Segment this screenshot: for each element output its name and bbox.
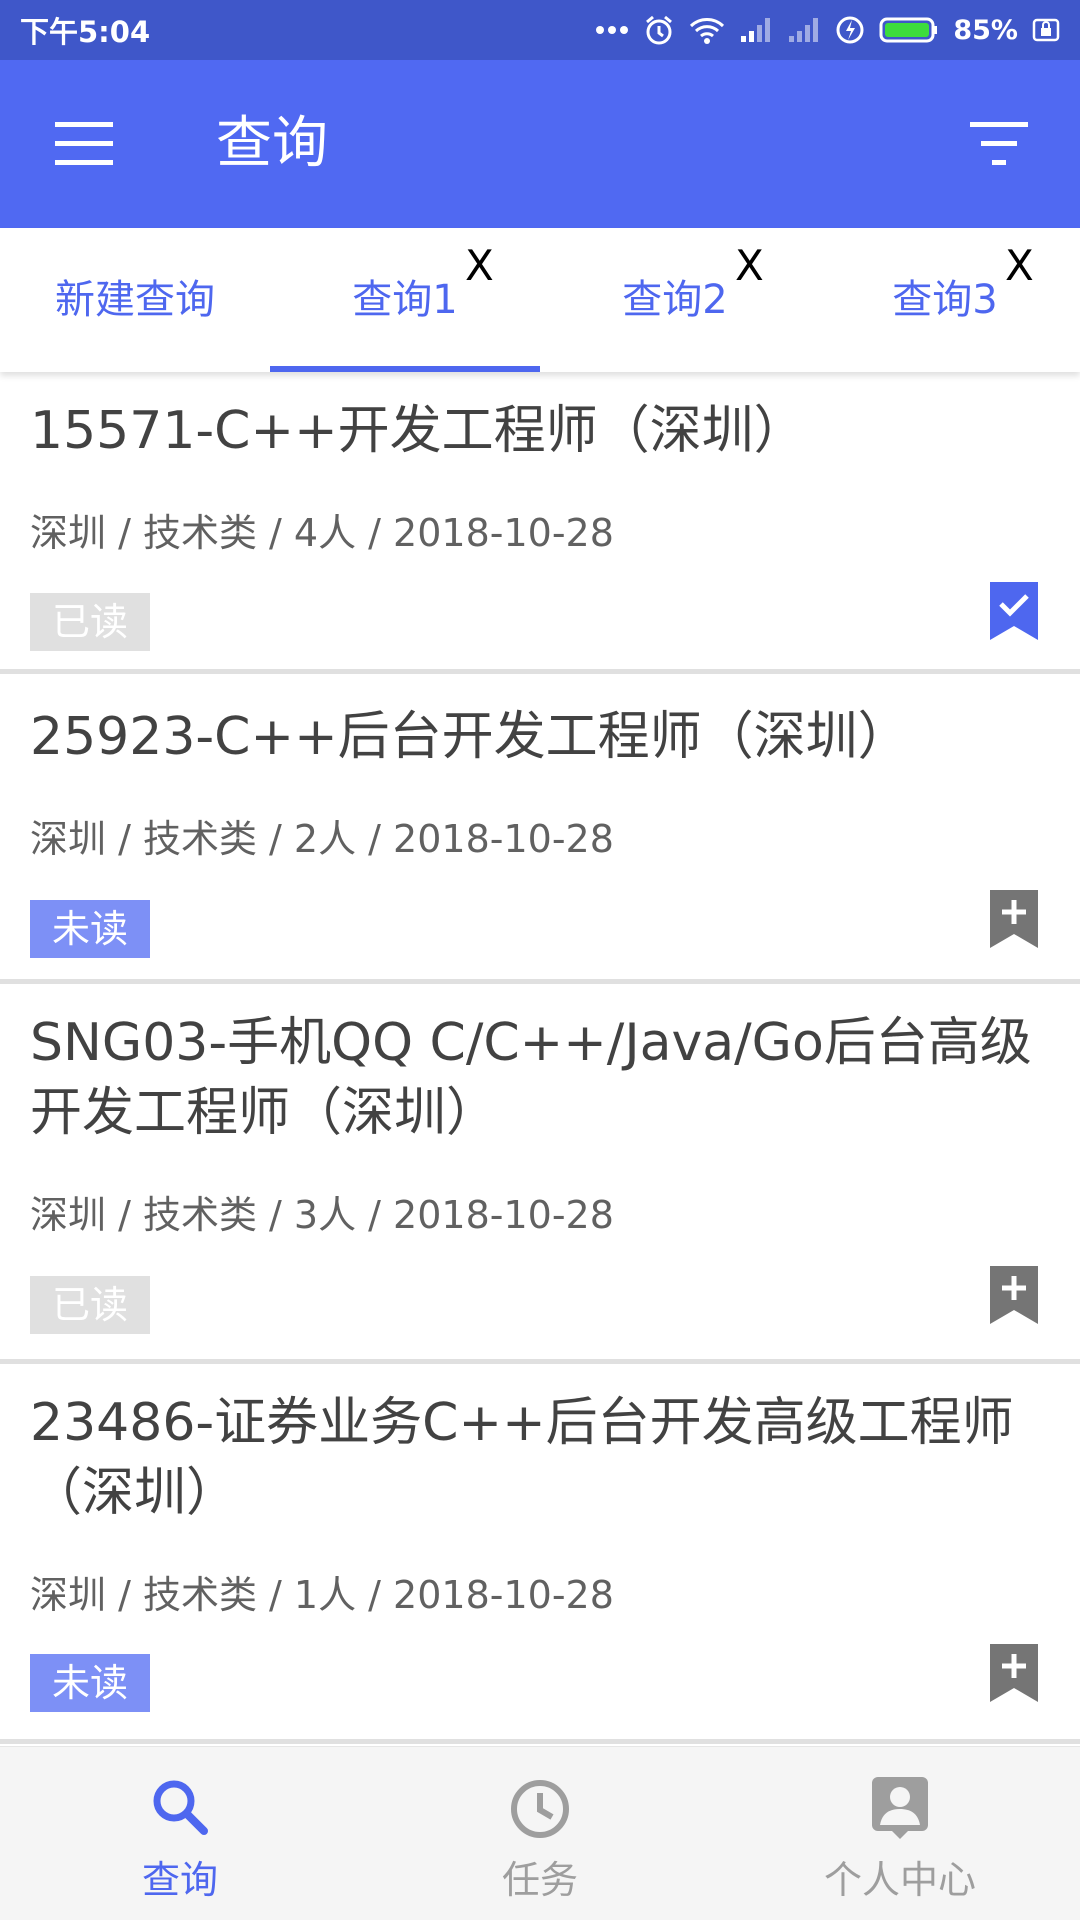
signal-icon [741, 18, 771, 42]
alarm-icon [646, 15, 673, 45]
query-tabs: 新建查询 查询1 X 查询2 X 查询3 X [0, 228, 1080, 372]
tab-close-button[interactable]: X [735, 236, 764, 296]
search-icon [153, 1780, 208, 1835]
battery-icon [879, 17, 938, 43]
job-meta: 深圳 / 技术类 / 3人 / 2018-10-28 [30, 1193, 614, 1237]
list-item[interactable]: 15571-C++开发工程师（深圳） 深圳 / 技术类 / 4人 / 2018-… [0, 372, 1080, 674]
hamburger-menu-icon[interactable] [55, 122, 113, 166]
job-title: SNG03-手机QQ C/C++/Java/Go后台高级开发工程师（深圳） [30, 1013, 1032, 1143]
charging-icon [836, 16, 864, 44]
status-badge: 已读 [30, 593, 150, 651]
person-icon [872, 1777, 928, 1839]
filter-icon[interactable] [970, 122, 1028, 166]
tab-query-3[interactable]: 查询3 X [810, 228, 1080, 372]
job-meta: 深圳 / 技术类 / 4人 / 2018-10-28 [30, 511, 614, 555]
nav-label: 查询 [141, 1858, 218, 1902]
bookmark-checked-icon[interactable] [990, 582, 1038, 640]
bookmark-add-icon[interactable] [990, 890, 1038, 948]
lock-rotation-icon [1032, 18, 1060, 42]
nav-item-tasks[interactable]: 任务 [360, 1747, 720, 1920]
more-dots-icon [596, 26, 629, 34]
status-badge: 未读 [30, 1654, 150, 1712]
list-item[interactable]: 23486-证券业务C++后台开发高级工程师（深圳） 深圳 / 技术类 / 1人… [0, 1364, 1080, 1744]
tab-label: 查询2 [622, 277, 728, 323]
nav-item-profile[interactable]: 个人中心 [720, 1747, 1080, 1920]
active-tab-indicator [270, 366, 540, 372]
tab-label: 新建查询 [55, 277, 215, 323]
nav-label: 个人中心 [823, 1858, 976, 1902]
tab-close-button[interactable]: X [1005, 236, 1034, 296]
list-item[interactable]: SNG03-手机QQ C/C++/Java/Go后台高级开发工程师（深圳） 深圳… [0, 984, 1080, 1364]
status-badge: 未读 [30, 900, 150, 958]
wifi-icon [690, 18, 725, 44]
status-badge: 已读 [30, 1276, 150, 1334]
tab-label: 查询3 [892, 277, 998, 323]
tab-query-2[interactable]: 查询2 X [540, 228, 810, 372]
job-meta: 深圳 / 技术类 / 1人 / 2018-10-28 [30, 1573, 614, 1617]
clock-icon [511, 1780, 569, 1838]
nav-item-query[interactable]: 查询 [0, 1747, 360, 1920]
status-time: 下午5:04 [20, 15, 151, 49]
tab-close-button[interactable]: X [465, 236, 494, 296]
page-title: 查询 [216, 111, 328, 176]
bookmark-add-icon[interactable] [990, 1644, 1038, 1702]
battery-percentage: 85% [953, 14, 1018, 46]
tab-new-query[interactable]: 新建查询 [0, 228, 270, 372]
tab-query-1[interactable]: 查询1 X [270, 228, 540, 372]
job-title: 25923-C++后台开发工程师（深圳） [30, 707, 910, 767]
signal-icon-2 [789, 18, 819, 42]
bookmark-add-icon[interactable] [990, 1266, 1038, 1324]
job-meta: 深圳 / 技术类 / 2人 / 2018-10-28 [30, 817, 614, 861]
status-bar: 下午5:04 85% [0, 0, 1080, 60]
app-bar: 查询 [0, 60, 1080, 228]
job-list: 15571-C++开发工程师（深圳） 深圳 / 技术类 / 4人 / 2018-… [0, 372, 1080, 1746]
nav-label: 任务 [501, 1858, 578, 1902]
tab-label: 查询1 [352, 277, 458, 323]
list-item[interactable]: 25923-C++后台开发工程师（深圳） 深圳 / 技术类 / 2人 / 201… [0, 674, 1080, 984]
job-title: 15571-C++开发工程师（深圳） [30, 401, 806, 461]
job-title: 23486-证券业务C++后台开发高级工程师（深圳） [30, 1393, 1014, 1523]
status-icons: 85% [595, 14, 1060, 46]
bottom-navigation: 查询 任务 个人中心 [0, 1746, 1080, 1920]
